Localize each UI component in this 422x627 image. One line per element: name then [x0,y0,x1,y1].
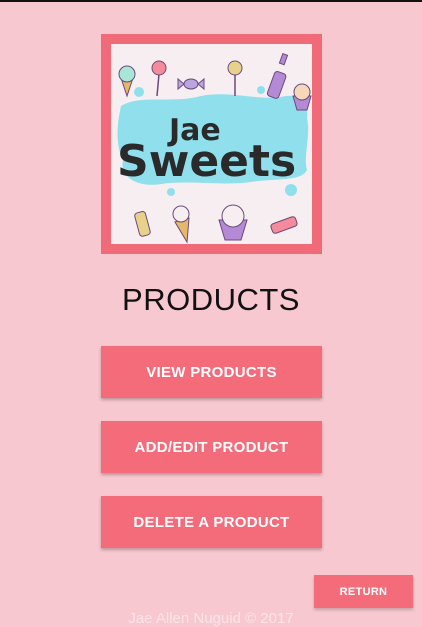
bottle-icon-bottom [134,211,151,237]
status-bar [0,0,422,2]
bottle-icon [266,52,289,99]
logo-frame: Jae Sweets [101,34,322,254]
candy-icon [177,77,205,91]
footer-credit: Jae Allen Nuguid © 2017 [128,610,294,627]
cupcake-icon-bottom [218,204,248,241]
logo-text-line2: Sweets [117,136,296,187]
add-edit-product-button[interactable]: ADD/EDIT PRODUCT [101,421,322,473]
lollipop-icon [151,60,167,97]
cupcake-icon [292,83,312,111]
page-title: PRODUCTS [122,282,300,317]
return-button[interactable]: RETURN [314,575,413,608]
cake-pop-icon [227,60,243,96]
ice-cream-icon-bottom [172,205,190,244]
view-products-button[interactable]: VIEW PRODUCTS [101,346,322,398]
ice-cream-icon [118,65,136,98]
logo-artwork: Jae Sweets [117,52,312,244]
bottle-icon-right [270,216,298,234]
brand-logo: Jae Sweets [111,44,312,244]
delete-product-button[interactable]: DELETE A PRODUCT [101,496,322,548]
